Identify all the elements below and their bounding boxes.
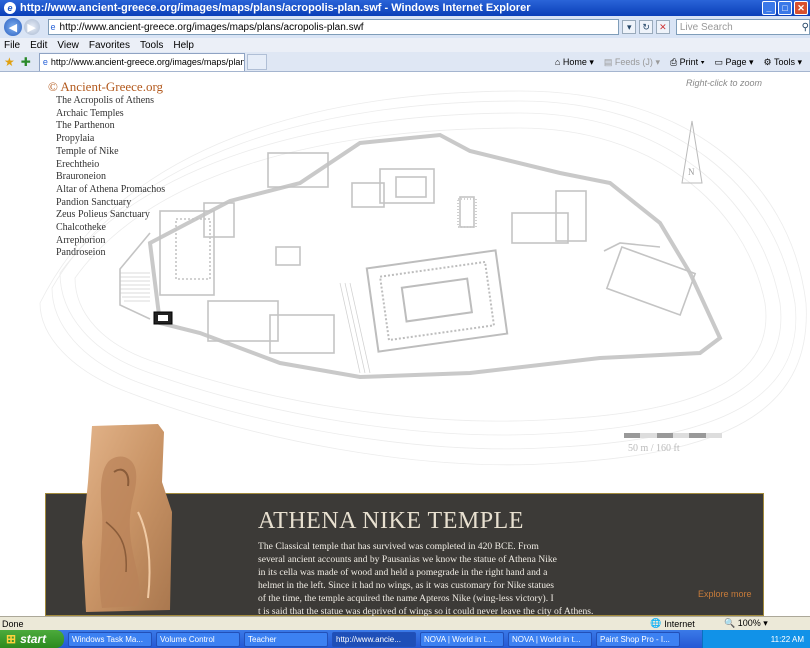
print-label: Print	[679, 56, 699, 67]
info-description: The Classical temple that has survived w…	[258, 540, 603, 616]
add-favorite-icon[interactable]: ✚	[21, 55, 31, 69]
athena-nike-relief-image	[82, 424, 172, 612]
zone-label: Internet	[664, 618, 695, 629]
stop-button[interactable]: ✕	[656, 20, 670, 34]
menu-view[interactable]: View	[57, 40, 79, 51]
menu-favorites[interactable]: Favorites	[89, 40, 130, 51]
new-tab-button[interactable]	[246, 53, 267, 70]
window-title-bar: e http://www.ancient-greece.org/images/m…	[0, 0, 810, 16]
window-title: http://www.ancient-greece.org/images/map…	[20, 2, 531, 14]
back-button[interactable]: ◀	[4, 18, 22, 36]
nav-item[interactable]: Temple of Nike	[56, 146, 165, 159]
nav-item[interactable]: Arrephorion	[56, 235, 165, 248]
search-input[interactable]: Live Search ⚲	[675, 19, 810, 35]
explore-more-link[interactable]: Explore more	[698, 589, 752, 599]
page-icon: e	[50, 22, 56, 32]
windows-taskbar: ⊞ start Windows Task Ma... Volume Contro…	[0, 630, 810, 648]
nav-item[interactable]: Zeus Polieus Sanctuary	[56, 209, 165, 222]
nav-item[interactable]: The Parthenon	[56, 120, 165, 133]
info-line: helmet in the left. Since it had no wing…	[258, 580, 555, 591]
taskbar-button[interactable]: Volume Control	[156, 631, 240, 647]
address-toolbar: ◀ ▶ e http://www.ancient-greece.org/imag…	[0, 16, 810, 38]
tab-acropolis-plan[interactable]: e http://www.ancient-greece.org/images/m…	[38, 52, 245, 71]
home-button[interactable]: ⌂ Home ▾	[555, 57, 594, 68]
nav-item[interactable]: The Acropolis of Athens	[56, 95, 165, 108]
print-button[interactable]: ⎙ Print ▾	[670, 57, 705, 68]
clock[interactable]: 11:22 AM	[771, 635, 804, 644]
zoom-control[interactable]: 🔍 100% ▾	[720, 618, 768, 629]
tab-bar: ★ ✚ e http://www.ancient-greece.org/imag…	[0, 52, 810, 72]
search-placeholder: Live Search	[679, 21, 733, 33]
command-bar: ⌂ Home ▾ ▤ Feeds (J) ▾ ⎙ Print ▾ ▭ Page …	[555, 54, 802, 70]
address-input[interactable]: e http://www.ancient-greece.org/images/m…	[47, 19, 620, 35]
close-button[interactable]: ✕	[794, 1, 808, 15]
nav-item[interactable]: Erechtheio	[56, 159, 165, 172]
scale-bar	[624, 433, 722, 438]
search-icon[interactable]: ⚲	[802, 22, 809, 33]
menu-file[interactable]: File	[4, 40, 20, 51]
nav-item[interactable]: Pandion Sanctuary	[56, 197, 165, 210]
zoom-level: 100%	[737, 618, 761, 628]
favorites-star-icon[interactable]: ★	[4, 55, 15, 69]
nav-item[interactable]: Altar of Athena Promachos	[56, 184, 165, 197]
start-button[interactable]: ⊞ start	[0, 630, 64, 648]
refresh-button[interactable]: ↻	[639, 20, 654, 34]
info-line: t is said that the statue was deprived o…	[258, 606, 594, 616]
page-label: Page	[725, 56, 747, 67]
parthenon-plan	[365, 249, 509, 353]
status-bar: Done 🌐 Internet 🔍 100% ▾	[0, 616, 810, 630]
taskbar-button[interactable]: Teacher	[244, 631, 328, 647]
window-controls: _ □ ✕	[762, 1, 808, 15]
info-line: several ancient accounts and by Pausania…	[258, 554, 557, 565]
monument-nav: The Acropolis of Athens Archaic Temples …	[56, 95, 165, 260]
feeds-label: Feeds (J)	[614, 56, 653, 67]
menu-tools[interactable]: Tools	[140, 40, 163, 51]
page-viewport: © Ancient-Greece.org Right-click to zoom	[0, 73, 810, 616]
minimize-button[interactable]: _	[762, 1, 776, 15]
info-line: of the time, the temple acquired the nam…	[258, 593, 554, 604]
nav-item[interactable]: Archaic Temples	[56, 108, 165, 121]
address-dropdown-button[interactable]: ▾	[622, 20, 637, 34]
menu-bar: File Edit View Favorites Tools Help	[0, 38, 810, 52]
tools-button[interactable]: ⚙ Tools ▾	[764, 57, 802, 68]
map-scale: 50 m / 160 ft	[624, 433, 722, 454]
taskbar-button[interactable]: NOVA | World in t...	[420, 631, 504, 647]
nav-item[interactable]: Pandroseion	[56, 247, 165, 260]
windows-flag-icon: ⊞	[6, 632, 17, 646]
system-tray: 11:22 AM	[702, 630, 810, 648]
address-url: http://www.ancient-greece.org/images/map…	[59, 21, 364, 33]
scale-label: 50 m / 160 ft	[628, 443, 680, 454]
info-line: in its cella was made of wood and held a…	[258, 567, 548, 578]
tab-page-icon: e	[42, 57, 48, 67]
tab-label: http://www.ancient-greece.org/images/map…	[50, 57, 245, 67]
forward-button[interactable]: ▶	[23, 19, 40, 35]
home-label: Home	[562, 56, 587, 67]
feeds-button[interactable]: ▤ Feeds (J) ▾	[604, 57, 660, 68]
taskbar-button[interactable]: http://www.ancie...	[332, 631, 416, 647]
globe-icon: 🌐	[650, 618, 662, 628]
temple-of-nike-marker	[153, 311, 173, 325]
page-button[interactable]: ▭ Page ▾	[714, 57, 753, 68]
north-label: N	[688, 167, 695, 177]
ie-logo-icon: e	[4, 2, 16, 14]
taskbar-button[interactable]: Paint Shop Pro - I...	[596, 631, 680, 647]
start-label: start	[20, 632, 47, 646]
info-title: ATHENA NIKE TEMPLE	[258, 508, 524, 534]
taskbar-button[interactable]: Windows Task Ma...	[68, 631, 152, 647]
maximize-button[interactable]: □	[778, 1, 792, 15]
taskbar-button[interactable]: NOVA | World in t...	[508, 631, 592, 647]
tools-label: Tools	[773, 56, 795, 67]
nav-item[interactable]: Chalcotheke	[56, 222, 165, 235]
status-text: Done	[2, 618, 24, 629]
nav-item[interactable]: Brauroneion	[56, 171, 165, 184]
info-line: The Classical temple that has survived w…	[258, 541, 539, 552]
security-zone: 🌐 Internet	[560, 618, 720, 629]
menu-edit[interactable]: Edit	[30, 40, 47, 51]
nav-item[interactable]: Propylaia	[56, 133, 165, 146]
menu-help[interactable]: Help	[173, 40, 194, 51]
